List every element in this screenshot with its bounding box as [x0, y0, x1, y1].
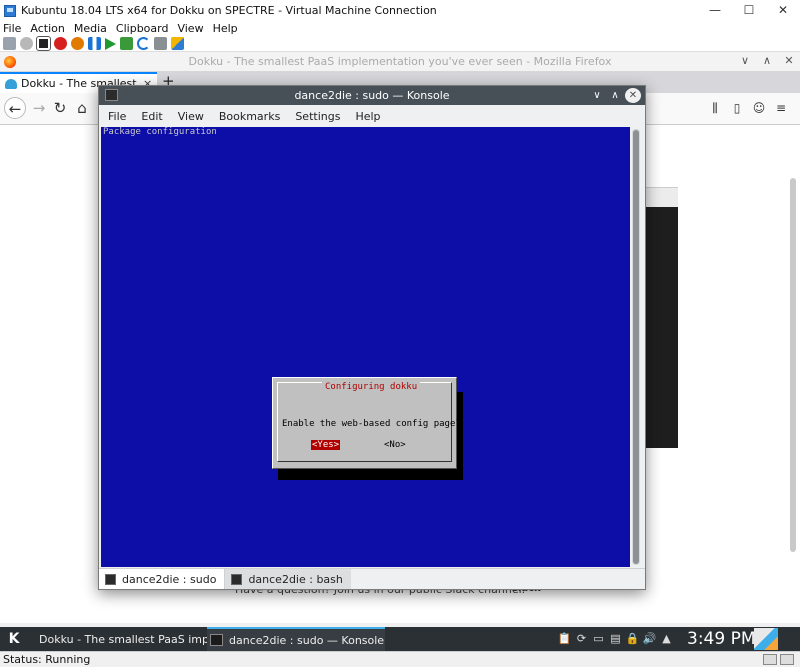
show-desktop-icon[interactable]	[754, 628, 778, 650]
display-icon[interactable]: ▭	[590, 632, 607, 645]
ctrl-alt-del-icon[interactable]	[3, 37, 16, 50]
konsole-tab-sudo[interactable]: dance2die : sudo	[99, 569, 226, 589]
host-window-title: Kubuntu 18.04 LTS x64 for Dokku on SPECT…	[21, 4, 437, 17]
vm-connection-icon	[4, 4, 16, 17]
share-icon[interactable]	[171, 37, 184, 50]
network-icon[interactable]: ▤	[607, 632, 624, 645]
taskbar-item-label: dance2die : sudo — Konsole	[229, 633, 385, 647]
konsole-menu-bookmarks[interactable]: Bookmarks	[219, 110, 280, 123]
save-icon[interactable]	[71, 37, 84, 50]
system-tray: 📋 ⟳ ▭ ▤ 🔒 🔊 ▲	[556, 632, 675, 645]
host-close-button[interactable]: ✕	[766, 0, 800, 21]
library-icon[interactable]: ⫼	[704, 101, 726, 116]
host-title-bar: Kubuntu 18.04 LTS x64 for Dokku on SPECT…	[0, 0, 800, 21]
keyboard-icon	[763, 654, 777, 665]
konsole-menu-bar: File Edit View Bookmarks Settings Help	[99, 105, 645, 127]
host-menu-action[interactable]: Action	[30, 22, 64, 35]
konsole-close-button[interactable]: ✕	[625, 88, 641, 103]
firefox-toolbar-right: ⫼ ▯ ☺ ≡	[704, 101, 792, 116]
konsole-maximize-button[interactable]: ∧	[607, 88, 623, 103]
konsole-window-title: dance2die : sudo — Konsole	[294, 89, 450, 102]
yes-button[interactable]: <Yes>	[311, 440, 341, 450]
host-maximize-button[interactable]: ☐	[732, 0, 766, 21]
firefox-window-title: Dokku - The smallest PaaS implementation…	[188, 55, 612, 68]
host-minimize-button[interactable]: —	[698, 0, 732, 21]
konsole-menu-help[interactable]: Help	[355, 110, 380, 123]
konsole-icon	[210, 634, 223, 646]
firefox-title-bar: Dokku - The smallest PaaS implementation…	[0, 52, 800, 71]
konsole-minimize-button[interactable]: ∨	[589, 88, 605, 103]
forward-button[interactable]: →	[28, 97, 50, 119]
host-menu-media[interactable]: Media	[74, 22, 107, 35]
sidebar-icon[interactable]: ▯	[726, 101, 748, 116]
konsole-menu-edit[interactable]: Edit	[141, 110, 162, 123]
host-menu-file[interactable]: File	[3, 22, 21, 35]
konsole-window: dance2die : sudo — Konsole ∨ ∧ ✕ File Ed…	[98, 85, 646, 590]
docker-favicon-icon	[5, 78, 17, 89]
turn-off-icon[interactable]	[36, 36, 51, 51]
firefox-minimize-button[interactable]: ∨	[734, 52, 756, 70]
status-bar-icons	[760, 654, 794, 665]
page-code-block-header	[645, 187, 678, 207]
clipboard-icon[interactable]: 📋	[556, 632, 573, 645]
konsole-menu-settings[interactable]: Settings	[295, 110, 340, 123]
taskbar-item-konsole[interactable]: dance2die : sudo — Konsole	[207, 627, 385, 651]
lock-status-icon	[780, 654, 794, 665]
firefox-scrollbar[interactable]	[790, 178, 796, 552]
terminal-scrollbar[interactable]	[632, 129, 640, 565]
lock-icon[interactable]: 🔒	[624, 632, 641, 645]
konsole-tab-label: dance2die : sudo	[122, 572, 217, 586]
firefox-maximize-button[interactable]: ∧	[756, 52, 778, 70]
konsole-menu-view[interactable]: View	[178, 110, 204, 123]
kde-taskbar: K Dokku - The smallest PaaS implem... da…	[0, 627, 800, 651]
dialog-question: Enable the web-based config page?	[282, 419, 461, 429]
expand-tray-icon[interactable]: ▲	[658, 632, 675, 645]
revert-icon[interactable]	[137, 37, 150, 50]
konsole-menu-file[interactable]: File	[108, 110, 126, 123]
host-status-bar: Status: Running	[0, 651, 800, 667]
terminal-area[interactable]: Package configuration Configuring dokku …	[101, 127, 630, 567]
terminal-scrollbar-thumb[interactable]	[633, 130, 639, 564]
konsole-window-controls: ∨ ∧ ✕	[587, 88, 641, 103]
host-menu-bar: File Action Media Clipboard View Help	[0, 21, 800, 36]
dialog-title: Configuring dokku	[322, 382, 421, 392]
terminal-tab-icon	[105, 573, 116, 585]
page-code-block	[645, 207, 678, 448]
start-icon[interactable]	[20, 37, 33, 50]
clock[interactable]: 3:49 PM	[687, 629, 756, 649]
host-window-controls: — ☐ ✕	[698, 0, 800, 21]
account-icon[interactable]: ☺	[748, 101, 770, 116]
kde-application-launcher[interactable]: K	[3, 628, 25, 650]
host-menu-clipboard[interactable]: Clipboard	[116, 22, 169, 35]
host-toolbar	[0, 36, 800, 52]
konsole-tab-bash[interactable]: dance2die : bash	[225, 569, 351, 589]
terminal-tab-icon	[231, 573, 243, 585]
shutdown-icon[interactable]	[54, 37, 67, 50]
menu-icon[interactable]: ≡	[770, 101, 792, 116]
resume-icon[interactable]	[105, 37, 116, 50]
debconf-dialog: Configuring dokku Enable the web-based c…	[272, 377, 461, 469]
no-button[interactable]: <No>	[384, 440, 406, 450]
konsole-tab-bar: dance2die : sudo dance2die : bash	[99, 568, 645, 589]
terminal-header-text: Package configuration	[103, 127, 217, 137]
checkpoint-icon[interactable]	[120, 37, 133, 50]
konsole-tab-label: dance2die : bash	[248, 572, 343, 586]
taskbar-item-firefox[interactable]: Dokku - The smallest PaaS implem...	[30, 627, 240, 651]
vm-status-text: Status: Running	[3, 653, 91, 666]
host-menu-help[interactable]: Help	[213, 22, 238, 35]
back-button[interactable]: ←	[4, 97, 26, 119]
pause-icon[interactable]	[88, 37, 101, 50]
firefox-window-controls: ∨ ∧ ✕	[734, 52, 800, 70]
enhanced-session-icon[interactable]	[154, 37, 167, 50]
firefox-close-button[interactable]: ✕	[778, 52, 800, 70]
home-button[interactable]: ⌂	[71, 97, 93, 119]
volume-icon[interactable]: 🔊	[641, 632, 658, 645]
updates-icon[interactable]: ⟳	[573, 632, 590, 645]
reload-button[interactable]: ↻	[49, 97, 71, 119]
host-menu-view[interactable]: View	[177, 22, 203, 35]
konsole-title-bar: dance2die : sudo — Konsole ∨ ∧ ✕	[99, 86, 645, 105]
